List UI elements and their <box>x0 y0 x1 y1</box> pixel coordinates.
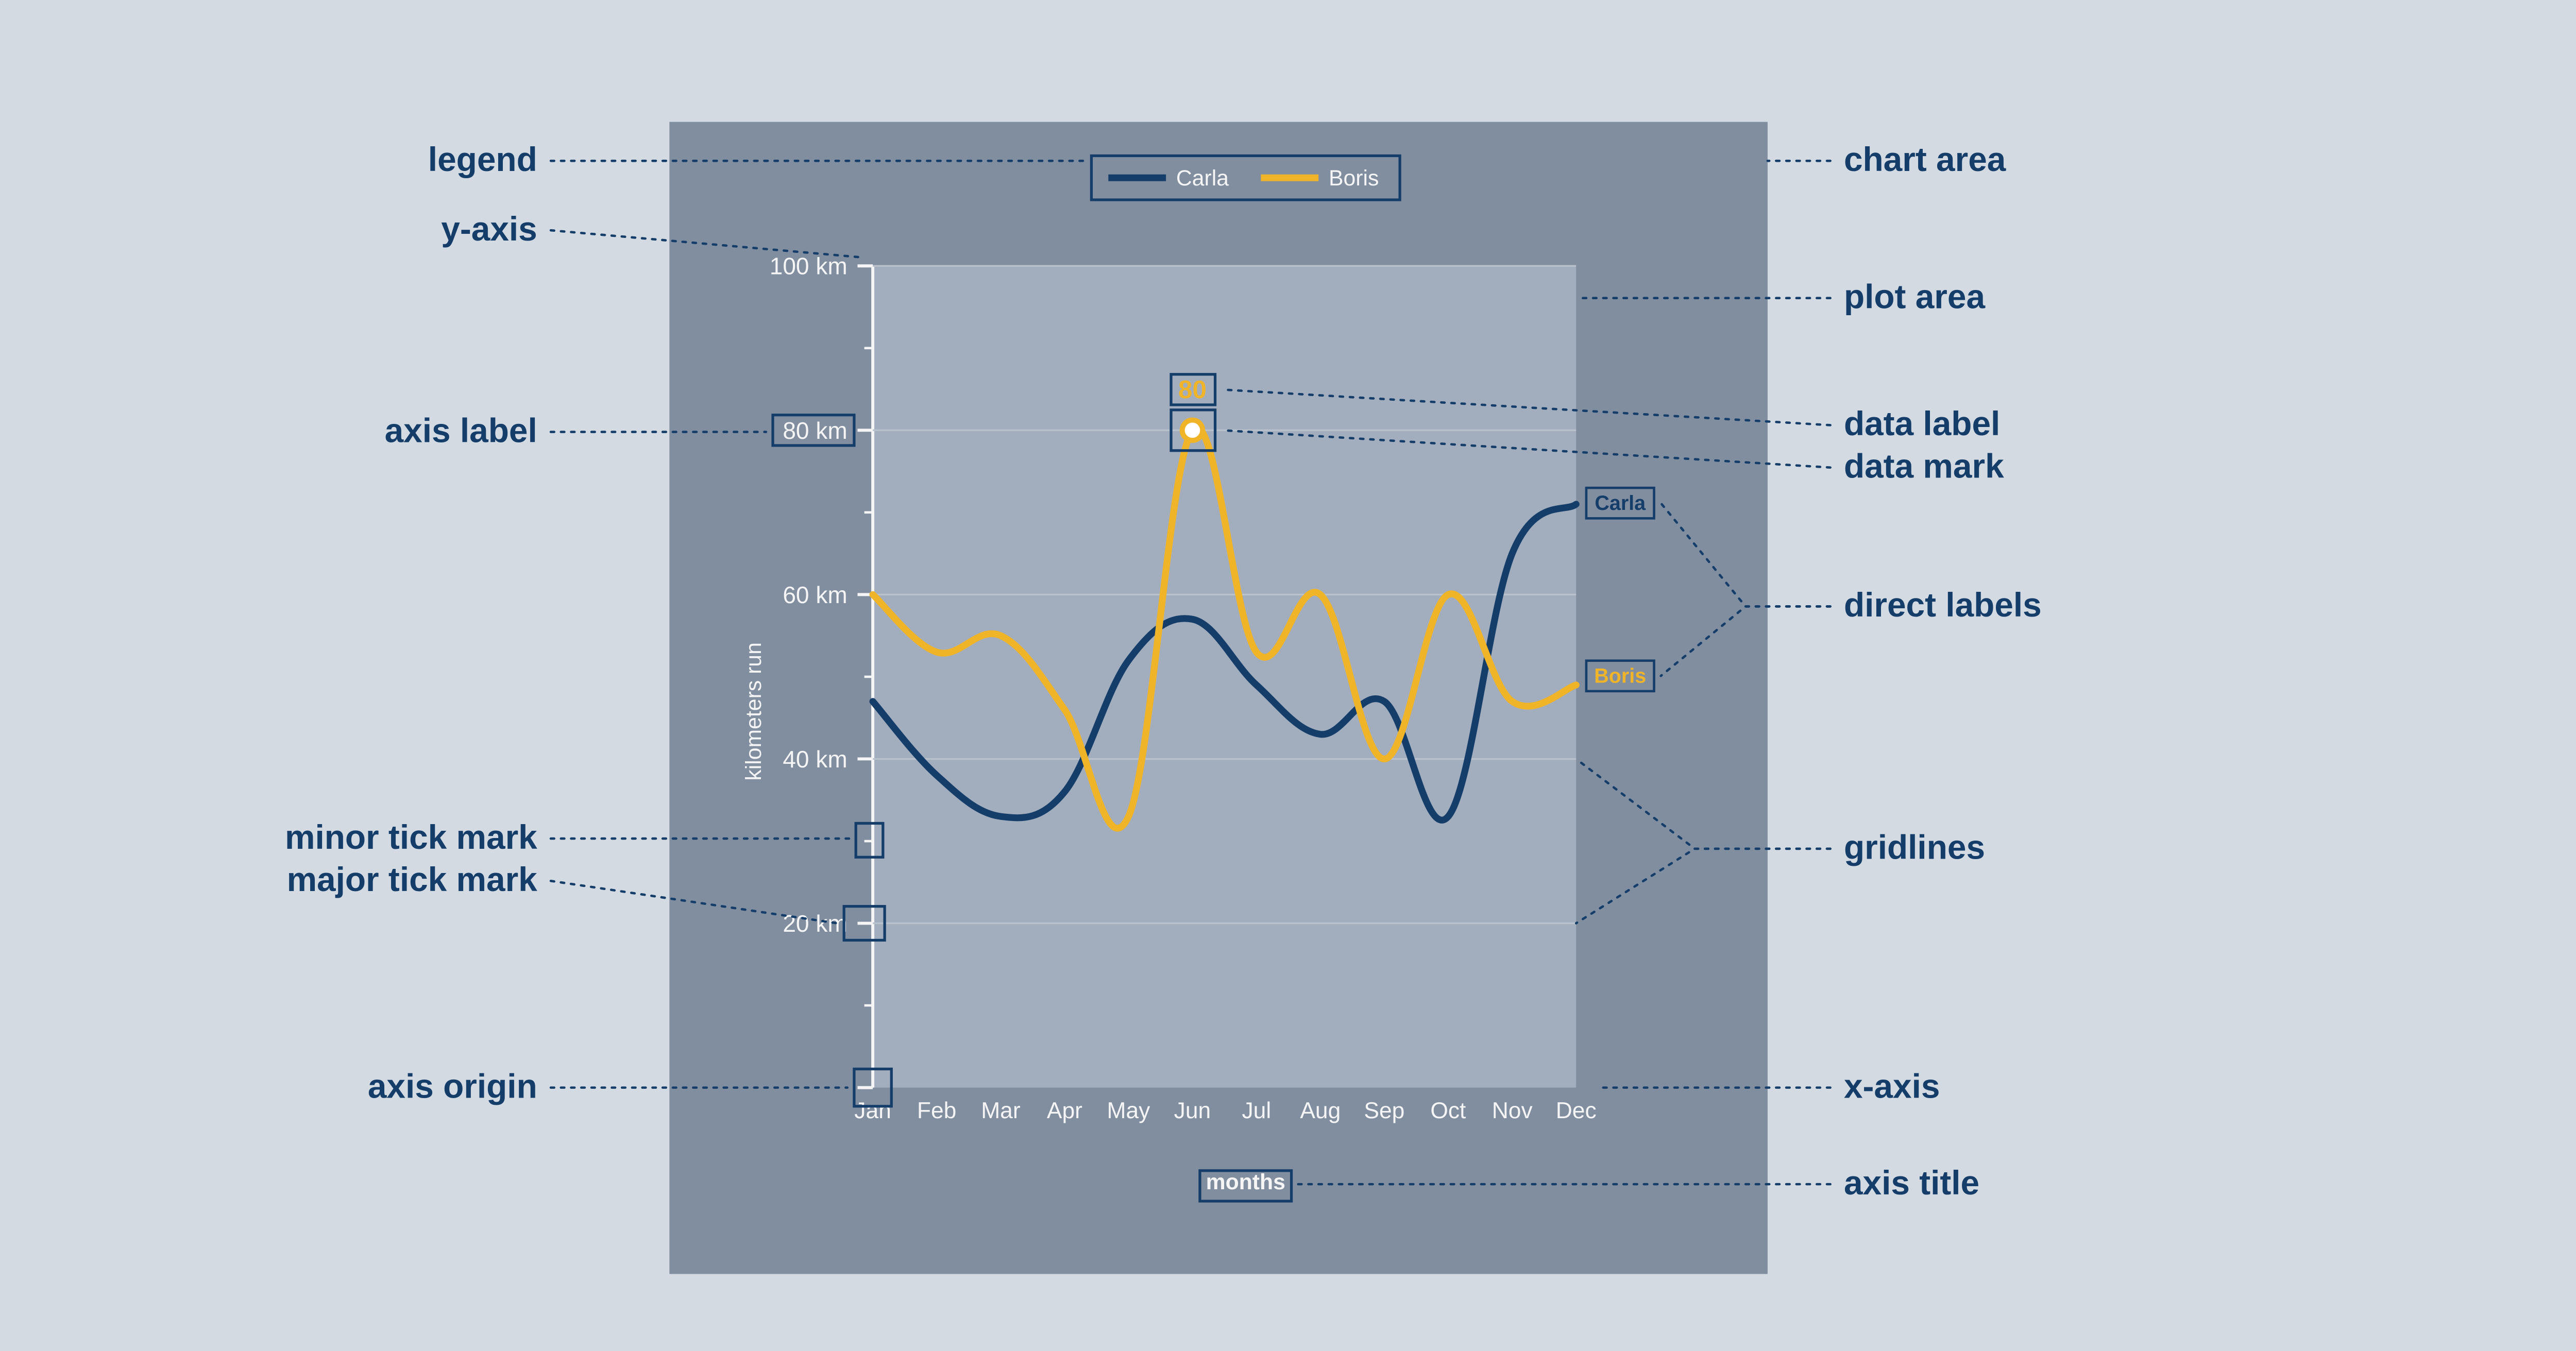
y-label-40: 40 km <box>783 746 847 773</box>
x-label-jul: Jul <box>1242 1098 1271 1123</box>
x-label-apr: Apr <box>1047 1098 1082 1123</box>
legend-carla: Carla <box>1176 166 1229 191</box>
callout-major-tick: major tick mark <box>287 860 538 898</box>
plot-area <box>873 266 1576 1087</box>
x-label-sep: Sep <box>1364 1098 1404 1123</box>
x-label-nov: Nov <box>1492 1098 1533 1123</box>
data-mark <box>1182 420 1202 440</box>
callout-x-axis: x-axis <box>1844 1067 1940 1105</box>
x-label-may: May <box>1107 1098 1151 1123</box>
callout-data-mark: data mark <box>1844 447 2004 485</box>
x-axis-title: months <box>1206 1170 1285 1194</box>
callouts-left: legend y-axis axis label minor tick mark… <box>285 140 537 1105</box>
callout-y-axis: y-axis <box>441 210 537 248</box>
direct-label-carla: Carla <box>1595 492 1646 515</box>
x-label-jun: Jun <box>1174 1098 1211 1123</box>
x-label-feb: Feb <box>917 1098 957 1123</box>
x-label-dec: Dec <box>1556 1098 1597 1123</box>
y-axis-title: kilometers run <box>741 642 766 780</box>
data-label: 80 <box>1178 375 1207 404</box>
callout-gridlines: gridlines <box>1844 828 1985 866</box>
callout-axis-label: axis label <box>385 411 537 449</box>
direct-label-boris: Boris <box>1594 664 1646 687</box>
legend-boris: Boris <box>1329 166 1379 191</box>
x-label-jan: Jan <box>854 1098 891 1123</box>
y-label-20: 20 km <box>783 910 847 937</box>
callout-plot-area: plot area <box>1844 277 1986 315</box>
callout-chart-area: chart area <box>1844 140 2006 178</box>
x-label-aug: Aug <box>1300 1098 1341 1123</box>
x-label-oct: Oct <box>1430 1098 1466 1123</box>
x-label-mar: Mar <box>981 1098 1021 1123</box>
y-label-60: 60 km <box>783 582 847 608</box>
callout-direct-labels: direct labels <box>1844 586 2042 624</box>
y-label-80: 80 km <box>783 417 847 444</box>
callout-axis-origin: axis origin <box>368 1067 537 1105</box>
y-label-100: 100 km <box>770 253 848 280</box>
callout-axis-title: axis title <box>1844 1164 1979 1202</box>
callout-legend: legend <box>428 140 537 178</box>
callouts-right: chart area plot area data label data mar… <box>1844 140 2042 1202</box>
callout-minor-tick: minor tick mark <box>285 818 537 856</box>
callout-data-label: data label <box>1844 404 2000 442</box>
